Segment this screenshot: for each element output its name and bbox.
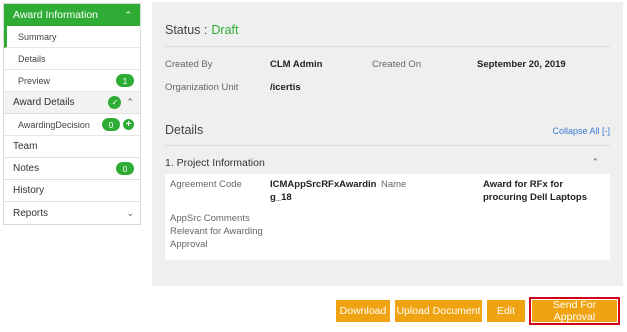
status-label: Status :	[165, 23, 208, 37]
org-unit-label: Organization Unit	[165, 82, 239, 93]
sidebar-item-label: Summary	[18, 31, 57, 42]
sidebar-item-team[interactable]: Team	[4, 136, 140, 158]
sidebar-item-notes[interactable]: Notes 0	[4, 158, 140, 180]
chevron-up-icon[interactable]: ⌃	[126, 97, 134, 108]
sidebar-subitem-awarding-decision[interactable]: AwardingDecision 0 +	[4, 114, 140, 136]
appsrc-comments-label-line3: Approval	[170, 239, 208, 250]
count-badge: 0	[116, 162, 134, 175]
sidebar-subitem-preview[interactable]: Preview 1	[4, 70, 140, 92]
sidebar-item-label: History	[13, 185, 45, 196]
add-icon[interactable]: +	[123, 119, 134, 130]
sidebar-item-label: Details	[18, 53, 46, 64]
sidebar-item-award-information[interactable]: Award Information ⌃	[4, 4, 140, 26]
sidebar-item-history[interactable]: History	[4, 180, 140, 202]
sidebar-subitem-details[interactable]: Details	[4, 48, 140, 70]
name-label: Name	[381, 179, 407, 190]
name-value-line1: Award for RFx for	[483, 179, 564, 190]
sidebar-item-award-details[interactable]: Award Details ✓ ⌃	[4, 92, 140, 114]
agreement-code-label: Agreement Code	[170, 179, 242, 190]
status-value: Draft	[211, 23, 239, 37]
divider	[165, 46, 610, 47]
status-line: Status : Draft	[165, 23, 238, 37]
sidebar-item-reports[interactable]: Reports ⌄	[4, 202, 140, 224]
divider	[165, 145, 610, 146]
created-on-label: Created On	[372, 59, 422, 70]
created-on-value: September 20, 2019	[477, 59, 566, 70]
chevron-up-icon[interactable]: ⌃	[591, 157, 599, 168]
name-value-line2: procuring Dell Laptops	[483, 192, 587, 203]
agreement-code-value-line1: ICMAppSrcRFxAwardin	[270, 179, 377, 190]
section-title[interactable]: 1. Project Information	[165, 157, 265, 169]
sidebar-item-label: AwardingDecision	[18, 119, 90, 130]
org-unit-value: /icertis	[270, 82, 301, 93]
chevron-down-icon[interactable]: ⌄	[126, 208, 134, 219]
sidebar-item-label: Award Information	[13, 9, 99, 21]
sidebar: Award Information ⌃ Summary Details Prev…	[3, 3, 141, 225]
download-button[interactable]: Download	[336, 300, 390, 322]
created-by-value: CLM Admin	[270, 59, 323, 70]
upload-document-button[interactable]: Upload Document	[395, 300, 482, 322]
sidebar-subitem-summary[interactable]: Summary	[4, 26, 140, 48]
details-title: Details	[165, 123, 204, 137]
sidebar-item-label: Award Details	[13, 97, 75, 108]
chevron-up-icon[interactable]: ⌃	[124, 10, 132, 21]
count-badge: 0	[102, 118, 120, 131]
sidebar-item-label: Preview	[18, 75, 51, 86]
sidebar-item-label: Team	[13, 141, 38, 152]
main-panel: Status : Draft Created By CLM Admin Creat…	[152, 2, 623, 286]
count-badge: 1	[116, 74, 134, 87]
send-for-approval-button[interactable]: Send For Approval	[529, 297, 620, 325]
collapse-all-link[interactable]: Collapse All [-]	[552, 126, 610, 136]
sidebar-item-label: Reports	[13, 207, 49, 219]
edit-button[interactable]: Edit	[487, 300, 525, 322]
appsrc-comments-label-line1: AppSrc Comments	[170, 213, 250, 224]
agreement-code-value-line2: g_18	[270, 192, 292, 203]
created-by-label: Created By	[165, 59, 213, 70]
check-icon: ✓	[108, 96, 122, 109]
appsrc-comments-label-line2: Relevant for Awarding	[170, 226, 263, 237]
sidebar-item-label: Notes	[13, 163, 40, 174]
